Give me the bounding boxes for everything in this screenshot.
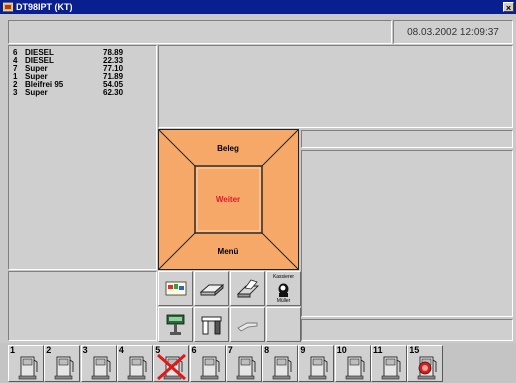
pump-button[interactable]: 10 — [334, 345, 371, 382]
pump-button[interactable]: 15 — [407, 345, 444, 382]
transaction-amount: 62.30 — [103, 88, 124, 97]
customer-display-icon — [166, 314, 185, 335]
navigation-control: Beleg Weiter Menü — [158, 129, 299, 270]
transaction-product: Super — [25, 88, 48, 97]
transaction-table: 6 DIESEL 78.89 4 DIESEL 22.33 7 Super 77.10 1 Supe… — [9, 49, 123, 97]
bottom-left-panel — [8, 271, 157, 341]
pump-button[interactable]: 6 — [189, 345, 226, 382]
pump-number: 4 — [118, 345, 124, 355]
cashier-button[interactable]: Kassierer Müller — [266, 271, 301, 306]
pump-button[interactable]: 1 — [8, 345, 44, 382]
customer-display-button[interactable] — [158, 307, 193, 342]
pump-number: 3 — [82, 345, 88, 355]
pump-number: 6 — [191, 345, 197, 355]
status-bar-left — [8, 20, 392, 44]
transaction-pump: 3 — [13, 88, 18, 97]
pump-number: 11 — [373, 345, 383, 355]
pump-number: 9 — [300, 345, 306, 355]
title-bar: DT98IPT (KT) × — [0, 0, 516, 14]
printer-icon — [236, 279, 260, 298]
card-reader-icon — [165, 281, 187, 296]
printer-button[interactable] — [230, 271, 265, 306]
pump-button[interactable]: 4 — [116, 345, 153, 382]
pump-number: 15 — [409, 345, 420, 355]
close-button[interactable]: × — [503, 2, 514, 13]
right-panel-bottom — [301, 319, 513, 341]
receipt-drawer-button[interactable] — [194, 271, 229, 306]
receipt-drawer-icon — [199, 284, 225, 296]
cash-drawer-icon — [201, 316, 222, 335]
pump-number: 1 — [10, 345, 16, 355]
menu-button[interactable]: Menü — [198, 247, 258, 256]
info-area — [158, 45, 513, 128]
transaction-list[interactable]: 6 DIESEL 78.89 4 DIESEL 22.33 7 Super 77.10 1 Supe… — [8, 45, 157, 270]
beleg-button[interactable]: Beleg — [198, 144, 258, 153]
nozzle-button[interactable] — [230, 307, 265, 342]
pump-number: 2 — [46, 345, 52, 355]
card-reader-button[interactable] — [158, 271, 193, 306]
cashier-name: Müller — [276, 298, 291, 304]
transaction-row[interactable]: 3 Super 62.30 — [9, 89, 123, 97]
cash-drawer-button[interactable] — [194, 307, 229, 342]
weiter-button[interactable]: Weiter — [198, 195, 258, 204]
empty-tool-slot — [266, 307, 301, 342]
pump-button[interactable]: 7 — [225, 345, 262, 382]
pump-button[interactable]: 8 — [262, 345, 299, 382]
pump-number: 5 — [155, 345, 161, 355]
pump-button[interactable]: 2 — [44, 345, 81, 382]
pump-number: 8 — [264, 345, 270, 355]
pump-number: 7 — [227, 345, 233, 355]
datetime-display: 08.03.2002 12:09:37 — [393, 20, 513, 44]
pump-button[interactable]: 11 — [371, 345, 407, 382]
pump-button[interactable]: 3 — [80, 345, 117, 382]
window-title: DT98IPT (KT) — [16, 2, 73, 12]
pump-button[interactable]: 5 — [153, 345, 190, 382]
pump-number: 10 — [336, 345, 347, 355]
nozzle-icon — [237, 322, 258, 332]
right-panel-top — [301, 130, 513, 148]
app-icon — [3, 2, 13, 12]
pump-button[interactable]: 9 — [298, 345, 335, 382]
right-panel-main — [301, 150, 513, 317]
